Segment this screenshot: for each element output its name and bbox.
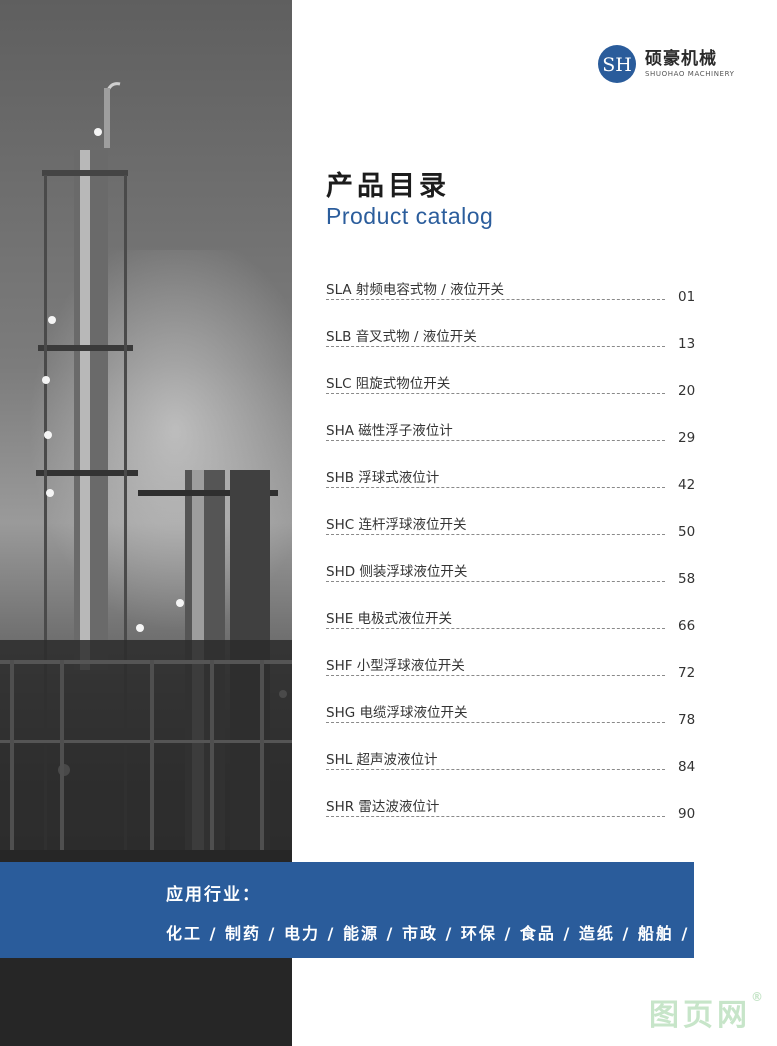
toc-entry-page: 58 bbox=[678, 571, 696, 587]
table-of-contents: SLA 射频电容式物 / 液位开关 01 SLB 音叉式物 / 液位开关 13 SLC … bbox=[326, 278, 696, 842]
toc-entry[interactable]: SHL 超声波液位计 84 bbox=[326, 748, 696, 795]
toc-entry-page: 42 bbox=[678, 477, 696, 493]
toc-entry-page: 01 bbox=[678, 289, 696, 305]
toc-entry-page: 20 bbox=[678, 383, 696, 399]
toc-dotted-leader bbox=[326, 675, 665, 676]
toc-entry-label: SHR 雷达波液位计 bbox=[326, 799, 440, 815]
toc-dotted-leader bbox=[326, 722, 665, 723]
toc-entry-label: SHF 小型浮球液位开关 bbox=[326, 658, 465, 674]
page-subtitle: Product catalog bbox=[326, 203, 494, 229]
toc-entry[interactable]: SHC 连杆浮球液位开关 50 bbox=[326, 513, 696, 560]
toc-entry-label: SLA 射频电容式物 / 液位开关 bbox=[326, 282, 505, 298]
toc-entry-page: 66 bbox=[678, 618, 696, 634]
toc-dotted-leader bbox=[326, 299, 665, 300]
toc-entry-label: SHC 连杆浮球液位开关 bbox=[326, 517, 467, 533]
toc-entry-label: SLB 音叉式物 / 液位开关 bbox=[326, 329, 477, 345]
toc-dotted-leader bbox=[326, 628, 665, 629]
toc-entry[interactable]: SHG 电缆浮球液位开关 78 bbox=[326, 701, 696, 748]
toc-dotted-leader bbox=[326, 393, 665, 394]
toc-entry-page: 50 bbox=[678, 524, 696, 540]
toc-dotted-leader bbox=[326, 440, 665, 441]
toc-entry[interactable]: SHA 磁性浮子液位计 29 bbox=[326, 419, 696, 466]
page-title: 产品目录 bbox=[326, 171, 450, 202]
company-name-cn: 硕豪机械 bbox=[645, 49, 717, 69]
watermark-text: 图页网 bbox=[649, 998, 751, 1033]
toc-entry-label: SHD 侧装浮球液位开关 bbox=[326, 564, 468, 580]
watermark: 图页网® bbox=[649, 990, 763, 1034]
company-name-en: SHUOHAO MACHINERY bbox=[645, 70, 735, 78]
watermark-mark: ® bbox=[751, 990, 763, 1004]
toc-entry-label: SLC 阻旋式物位开关 bbox=[326, 376, 451, 392]
toc-entry[interactable]: SLB 音叉式物 / 液位开关 13 bbox=[326, 325, 696, 372]
toc-entry-label: SHL 超声波液位计 bbox=[326, 752, 438, 768]
toc-entry-label: SHA 磁性浮子液位计 bbox=[326, 423, 453, 439]
toc-dotted-leader bbox=[326, 487, 665, 488]
toc-entry[interactable]: SLA 射频电容式物 / 液位开关 01 bbox=[326, 278, 696, 325]
toc-entry-label: SHE 电极式液位开关 bbox=[326, 611, 453, 627]
toc-dotted-leader bbox=[326, 346, 665, 347]
toc-entry[interactable]: SHE 电极式液位开关 66 bbox=[326, 607, 696, 654]
toc-entry-label: SHG 电缆浮球液位开关 bbox=[326, 705, 468, 721]
toc-entry[interactable]: SLC 阻旋式物位开关 20 bbox=[326, 372, 696, 419]
toc-dotted-leader bbox=[326, 769, 665, 770]
toc-entry[interactable]: SHD 侧装浮球液位开关 58 bbox=[326, 560, 696, 607]
toc-dotted-leader bbox=[326, 581, 665, 582]
toc-dotted-leader bbox=[326, 816, 665, 817]
toc-entry-page: 13 bbox=[678, 336, 696, 352]
logo-mark-text: SH bbox=[602, 54, 632, 76]
toc-entry-label: SHB 浮球式液位计 bbox=[326, 470, 440, 486]
industries-banner: 应用行业： 化工 / 制药 / 电力 / 能源 / 市政 / 环保 / 食品 /… bbox=[0, 862, 731, 958]
toc-entry-page: 78 bbox=[678, 712, 696, 728]
industries-list: 化工 / 制药 / 电力 / 能源 / 市政 / 环保 / 食品 / 造纸 / … bbox=[166, 924, 733, 943]
company-logo: SH 硕豪机械 SHUOHAO MACHINERY bbox=[597, 42, 734, 86]
toc-entry-page: 72 bbox=[678, 665, 696, 681]
toc-entry[interactable]: SHB 浮球式液位计 42 bbox=[326, 466, 696, 513]
toc-entry[interactable]: SHR 雷达波液位计 90 bbox=[326, 795, 696, 842]
toc-entry-page: 29 bbox=[678, 430, 696, 446]
toc-dotted-leader bbox=[326, 534, 665, 535]
toc-entry-page: 84 bbox=[678, 759, 696, 775]
toc-entry-page: 90 bbox=[678, 806, 696, 822]
logo-mark-icon: SH bbox=[598, 45, 636, 83]
industries-title: 应用行业： bbox=[166, 885, 261, 905]
toc-entry[interactable]: SHF 小型浮球液位开关 72 bbox=[326, 654, 696, 701]
